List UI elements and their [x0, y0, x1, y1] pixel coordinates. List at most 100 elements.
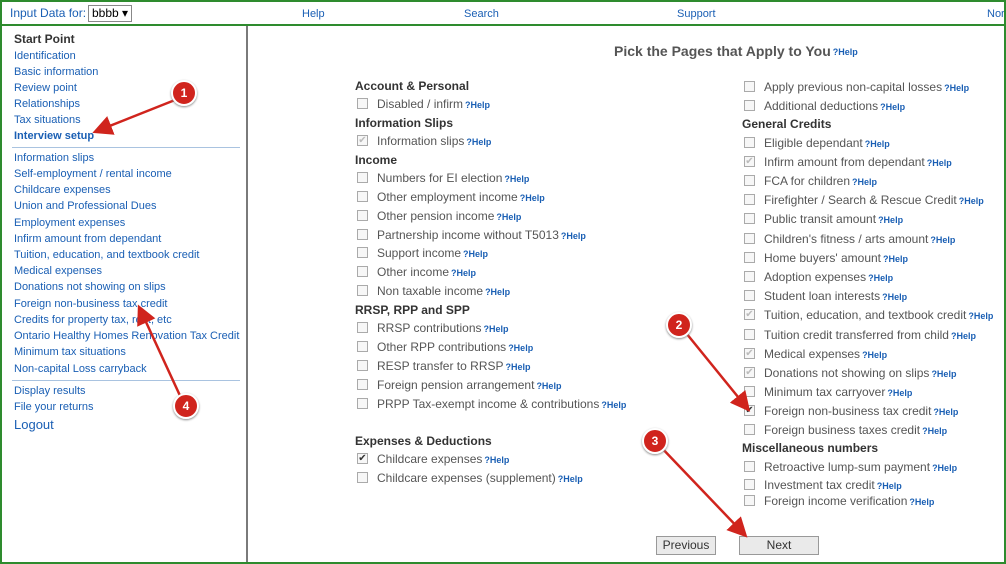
- help-link[interactable]: ?Help: [930, 235, 955, 245]
- sidebar-start-point[interactable]: Start Point: [14, 32, 75, 46]
- sidebar-item-employment-expenses[interactable]: Employment expenses: [14, 217, 125, 229]
- checkbox[interactable]: [744, 137, 755, 149]
- option-resp-transfer[interactable]: RESP transfer to RRSP ?Help: [357, 359, 531, 375]
- help-link[interactable]: ?Help: [865, 139, 890, 149]
- option-childcare-expenses[interactable]: ✔ Childcare expenses ?Help: [357, 452, 509, 468]
- help-link[interactable]: ?Help: [909, 497, 934, 507]
- checkbox[interactable]: [357, 341, 368, 353]
- help-link[interactable]: ?Help: [520, 193, 545, 203]
- help-link[interactable]: Help: [302, 8, 325, 20]
- next-button[interactable]: Next: [739, 536, 819, 555]
- checkbox[interactable]: [357, 360, 368, 372]
- help-link[interactable]: ?Help: [951, 331, 976, 341]
- help-link[interactable]: ?Help: [506, 362, 531, 372]
- sidebar-item-minimum-tax[interactable]: Minimum tax situations: [14, 346, 126, 358]
- help-link[interactable]: ?Help: [933, 407, 958, 417]
- help-link[interactable]: ?Help: [882, 292, 907, 302]
- help-link[interactable]: ?Help: [922, 426, 947, 436]
- checkbox[interactable]: [357, 172, 368, 184]
- help-link[interactable]: ?Help: [485, 287, 510, 297]
- previous-button[interactable]: Previous: [656, 536, 716, 555]
- sidebar-item-self-employment[interactable]: Self-employment / rental income: [14, 168, 172, 180]
- sidebar-item-foreign-tax-credit[interactable]: Foreign non-business tax credit: [14, 298, 167, 310]
- option-non-taxable-income[interactable]: Non taxable income ?Help: [357, 284, 510, 300]
- checkbox[interactable]: [744, 175, 755, 187]
- sidebar-item-infirm-amount[interactable]: Infirm amount from dependant: [14, 233, 161, 245]
- checkbox[interactable]: [357, 266, 368, 278]
- option-additional-deductions[interactable]: Additional deductions ?Help: [744, 99, 905, 115]
- option-firefighter-credit[interactable]: Firefighter / Search & Rescue Credit ?Hel…: [744, 193, 984, 209]
- checkbox[interactable]: [744, 194, 755, 206]
- checkbox[interactable]: [744, 233, 755, 245]
- option-other-rpp[interactable]: Other RPP contributions ?Help: [357, 340, 533, 356]
- option-medical-expenses[interactable]: ✔ Medical expenses ?Help: [744, 347, 887, 363]
- option-partnership-income[interactable]: Partnership income without T5013 ?Help: [357, 228, 586, 244]
- option-fca-children[interactable]: FCA for children ?Help: [744, 174, 877, 190]
- sidebar-item-relationships[interactable]: Relationships: [14, 98, 80, 110]
- checkbox[interactable]: [357, 472, 368, 484]
- help-link[interactable]: ?Help: [508, 343, 533, 353]
- option-apply-non-capital-losses[interactable]: Apply previous non-capital losses ?Help: [744, 80, 969, 96]
- checkbox[interactable]: [744, 329, 755, 341]
- help-link[interactable]: ?Help: [862, 350, 887, 360]
- sidebar-item-basic-information[interactable]: Basic information: [14, 66, 98, 78]
- checkbox[interactable]: ✔: [744, 405, 755, 417]
- sidebar-item-interview-setup[interactable]: Interview setup: [14, 130, 94, 142]
- help-link[interactable]: ?Help: [496, 212, 521, 222]
- option-tuition-credit[interactable]: ✔ Tuition, education, and textbook credit…: [744, 308, 993, 324]
- help-link[interactable]: ?Help: [878, 215, 903, 225]
- option-disabled-infirm[interactable]: Disabled / infirm ?Help: [357, 97, 490, 113]
- help-link[interactable]: ?Help: [601, 400, 626, 410]
- help-link[interactable]: ?Help: [880, 102, 905, 112]
- sidebar-item-property-tax[interactable]: Credits for property tax, rent, etc: [14, 314, 172, 326]
- help-link[interactable]: ?Help: [833, 47, 858, 57]
- option-prpp[interactable]: PRPP Tax-exempt income & contributions ?H…: [357, 397, 626, 413]
- help-link[interactable]: ?Help: [484, 455, 509, 465]
- sidebar-item-identification[interactable]: Identification: [14, 50, 76, 62]
- help-link[interactable]: ?Help: [451, 268, 476, 278]
- sidebar-item-childcare[interactable]: Childcare expenses: [14, 184, 111, 196]
- help-link[interactable]: ?Help: [887, 388, 912, 398]
- option-childrens-fitness[interactable]: Children's fitness / arts amount ?Help: [744, 232, 955, 248]
- option-ei-election[interactable]: Numbers for EI election ?Help: [357, 171, 529, 187]
- help-link[interactable]: ?Help: [466, 137, 491, 147]
- help-link[interactable]: ?Help: [504, 174, 529, 184]
- option-rrsp-contributions[interactable]: RRSP contributions ?Help: [357, 321, 509, 337]
- checkbox[interactable]: [357, 322, 368, 334]
- checkbox[interactable]: [357, 98, 368, 110]
- help-link[interactable]: ?Help: [959, 196, 984, 206]
- help-link[interactable]: ?Help: [877, 481, 902, 491]
- sidebar-item-tax-situations[interactable]: Tax situations: [14, 114, 81, 126]
- year-select[interactable]: bbbb ▾: [88, 5, 133, 22]
- option-support-income[interactable]: Support income ?Help: [357, 246, 488, 262]
- checkbox[interactable]: ✔: [357, 453, 368, 465]
- sidebar-item-file-returns[interactable]: File your returns: [14, 401, 93, 413]
- help-link[interactable]: ?Help: [484, 324, 509, 334]
- checkbox[interactable]: [744, 252, 755, 264]
- checkbox[interactable]: [744, 424, 755, 436]
- checkbox[interactable]: [357, 229, 368, 241]
- option-information-slips[interactable]: ✔ Information slips ?Help: [357, 134, 491, 150]
- checkbox[interactable]: [744, 100, 755, 112]
- help-link[interactable]: ?Help: [536, 381, 561, 391]
- checkbox[interactable]: [357, 398, 368, 410]
- nor-link[interactable]: Nor: [987, 8, 1004, 20]
- sidebar-item-review-point[interactable]: Review point: [14, 82, 77, 94]
- help-link[interactable]: ?Help: [463, 249, 488, 259]
- option-student-loan[interactable]: Student loan interests ?Help: [744, 289, 907, 305]
- support-link[interactable]: Support: [677, 8, 716, 20]
- option-public-transit[interactable]: Public transit amount ?Help: [744, 212, 903, 228]
- sidebar-item-loss-carryback[interactable]: Non-capital Loss carryback: [14, 363, 147, 375]
- option-tuition-transferred[interactable]: Tuition credit transferred from child ?He…: [744, 328, 976, 344]
- option-other-employment-income[interactable]: Other employment income ?Help: [357, 190, 545, 206]
- option-foreign-pension[interactable]: Foreign pension arrangement ?Help: [357, 378, 561, 394]
- option-other-income[interactable]: Other income ?Help: [357, 265, 476, 281]
- option-other-pension-income[interactable]: Other pension income ?Help: [357, 209, 521, 225]
- option-donations[interactable]: ✔ Donations not showing on slips ?Help: [744, 366, 956, 382]
- help-link[interactable]: ?Help: [868, 273, 893, 283]
- help-link[interactable]: ?Help: [944, 83, 969, 93]
- option-home-buyers[interactable]: Home buyers' amount ?Help: [744, 251, 908, 267]
- option-foreign-business-taxes[interactable]: Foreign business taxes credit ?Help: [744, 423, 947, 439]
- checkbox[interactable]: [744, 495, 755, 507]
- checkbox[interactable]: [744, 461, 755, 473]
